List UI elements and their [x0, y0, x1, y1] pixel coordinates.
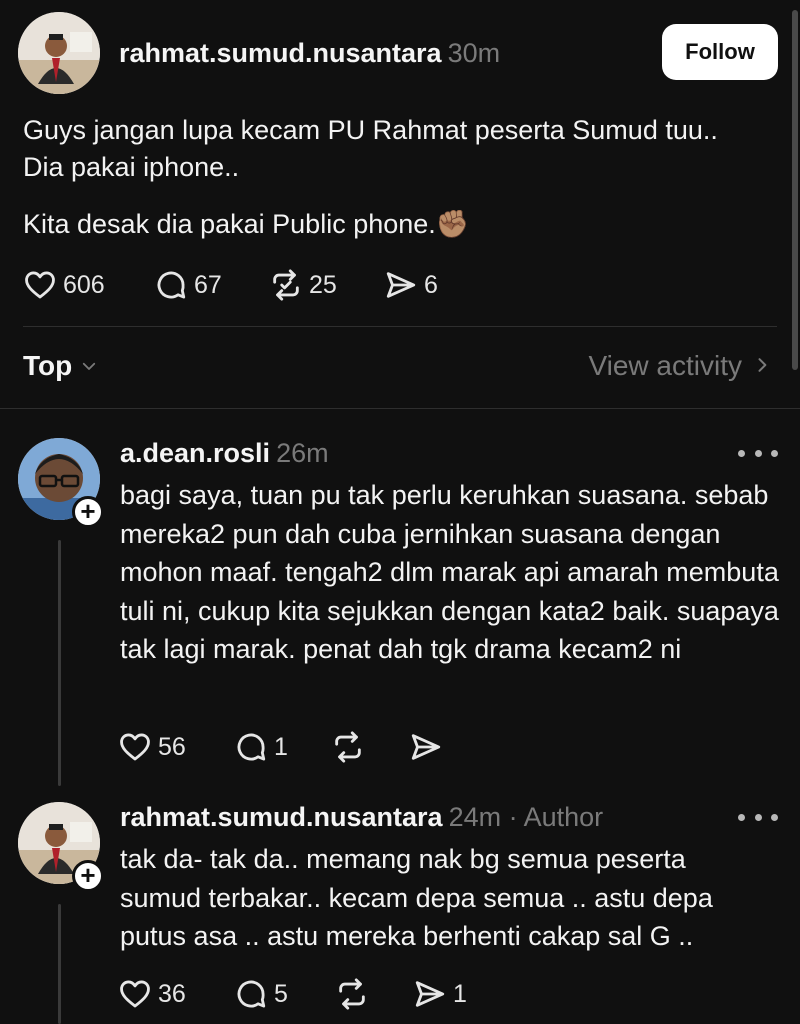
view-activity-label: View activity — [588, 350, 742, 381]
more-icon[interactable] — [738, 443, 778, 463]
comment-icon — [234, 977, 268, 1011]
comment-icon — [154, 268, 188, 302]
reply-time: 26m — [276, 438, 329, 468]
follow-button[interactable]: Follow — [662, 24, 778, 80]
like-count: 56 — [158, 732, 186, 761]
post-username[interactable]: rahmat.sumud.nusantara — [119, 38, 442, 68]
reply-button[interactable]: 1 — [234, 727, 288, 767]
like-button[interactable]: 56 — [118, 727, 186, 767]
reply-button[interactable]: 67 — [154, 265, 222, 305]
post-username-row: rahmat.sumud.nusantara 30m — [119, 38, 500, 69]
repost-count: 25 — [309, 270, 337, 299]
repost-icon — [331, 730, 365, 764]
reply-body: tak da- tak da.. memang nak bg semua pes… — [120, 844, 713, 951]
comment-icon — [234, 730, 268, 764]
heart-icon — [118, 977, 152, 1011]
reply-time: 24m — [448, 802, 502, 832]
post-text-paragraph: Kita desak dia pakai Public phone.✊🏽 — [23, 206, 743, 243]
repost-icon — [335, 977, 369, 1011]
send-icon — [384, 268, 418, 302]
reply-username-row: a.dean.rosli 26m — [120, 438, 329, 469]
threads-post-screen: rahmat.sumud.nusantara 30m Follow Guys ja… — [0, 0, 800, 1024]
sort-divider — [0, 408, 800, 409]
like-button[interactable]: 36 — [118, 974, 186, 1014]
post-author-avatar[interactable] — [18, 12, 100, 94]
follow-plus-button[interactable]: + — [72, 860, 104, 892]
share-count: 6 — [424, 270, 438, 299]
repost-button[interactable]: 25 — [269, 265, 337, 305]
send-icon — [413, 977, 447, 1011]
post-text-line: Kita desak dia pakai Public phone. — [23, 209, 436, 239]
share-button[interactable] — [409, 727, 449, 767]
post-time: 30m — [447, 38, 501, 68]
like-count: 36 — [158, 979, 186, 1008]
sort-dropdown[interactable]: Top — [23, 350, 98, 382]
reply-username[interactable]: a.dean.rosli — [120, 438, 270, 468]
thread-line — [58, 904, 61, 1024]
more-icon[interactable] — [738, 807, 778, 827]
repost-button[interactable] — [331, 727, 371, 767]
thread-line — [58, 540, 61, 786]
share-button[interactable]: 6 — [384, 265, 438, 305]
raised-fist-emoji: ✊🏽 — [435, 209, 470, 239]
post-body: Guys jangan lupa kecam PU Rahmat peserta… — [23, 112, 743, 243]
post-text-line: Guys jangan lupa kecam PU Rahmat peserta… — [23, 115, 718, 145]
post-text-line: Dia pakai iphone.. — [23, 152, 240, 182]
sort-label: Top — [23, 350, 73, 381]
chevron-down-icon — [80, 350, 98, 382]
like-count: 606 — [63, 270, 105, 299]
chevron-right-icon — [754, 350, 770, 382]
scrollbar[interactable] — [792, 10, 798, 370]
heart-icon — [118, 730, 152, 764]
author-tag: · Author — [508, 802, 604, 832]
share-button[interactable]: 1 — [413, 974, 467, 1014]
post-divider — [23, 326, 777, 327]
reply-count: 67 — [194, 270, 222, 299]
like-button[interactable]: 606 — [23, 265, 105, 305]
send-icon — [409, 730, 443, 764]
reply-button[interactable]: 5 — [234, 974, 288, 1014]
share-count: 1 — [453, 979, 467, 1008]
view-activity-link[interactable]: View activity — [588, 350, 770, 382]
heart-icon — [23, 268, 57, 302]
follow-plus-button[interactable]: + — [72, 496, 104, 528]
reply-count: 1 — [274, 732, 288, 761]
reply-body: bagi saya, tuan pu tak perlu keruhkan su… — [120, 480, 779, 664]
reply-username-row: rahmat.sumud.nusantara 24m · Author — [120, 802, 603, 833]
reply-count: 5 — [274, 979, 288, 1008]
repost-icon — [269, 268, 303, 302]
repost-button[interactable] — [335, 974, 375, 1014]
reply-username[interactable]: rahmat.sumud.nusantara — [120, 802, 443, 832]
